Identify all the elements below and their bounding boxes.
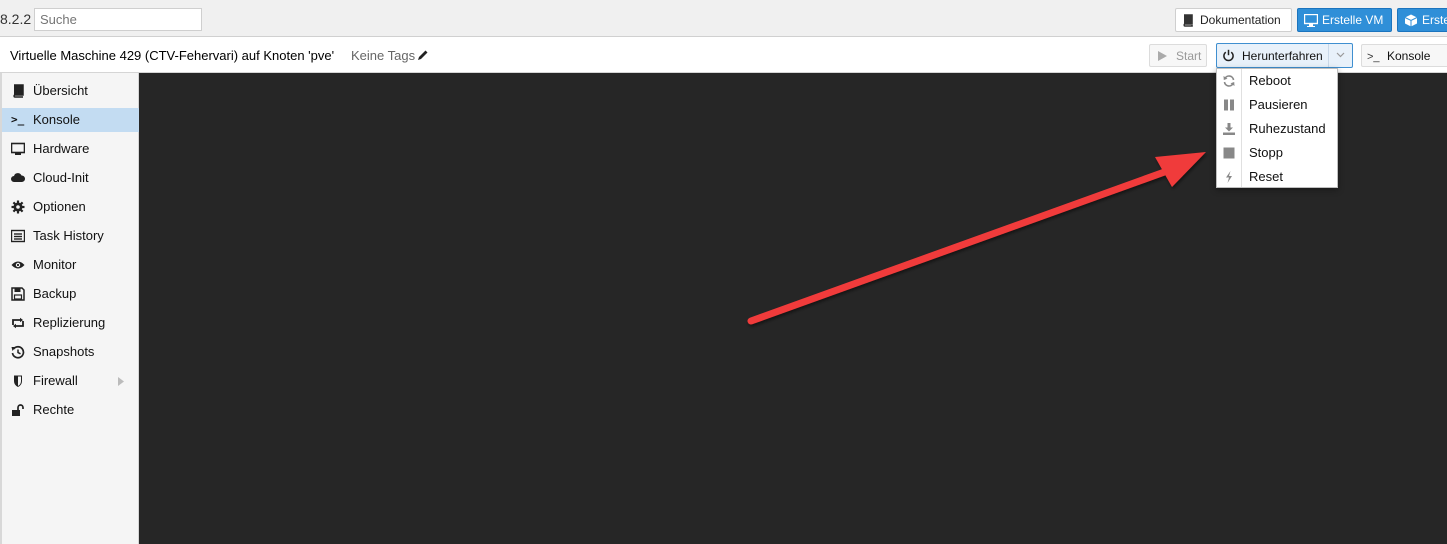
- top-bar: 8.2.2 Dokumentation Erstelle VM Erste: [0, 0, 1447, 37]
- sidebar-item-label: Firewall: [33, 373, 78, 388]
- shutdown-button[interactable]: Herunterfahren: [1216, 43, 1353, 68]
- sidebar-item-firewall[interactable]: Firewall: [2, 369, 139, 393]
- sidebar-item-label: Optionen: [33, 199, 86, 214]
- terminal-icon: >_: [11, 113, 25, 126]
- shutdown-dropdown-menu: Reboot Pausieren Ruhezustand Stopp Reset: [1216, 68, 1338, 188]
- sidebar-item-label: Cloud-Init: [33, 170, 89, 185]
- vm-sidebar: Übersicht >_ Konsole Hardware Cloud-Init…: [0, 73, 139, 544]
- menu-item-label: Ruhezustand: [1249, 121, 1326, 136]
- play-icon: [1158, 51, 1167, 61]
- terminal-icon: >_: [1367, 51, 1380, 63]
- sidebar-item-permissions[interactable]: Rechte: [2, 398, 139, 422]
- book-icon: [1183, 14, 1193, 27]
- console-label: Konsole: [1387, 49, 1431, 63]
- cube-icon: [1404, 14, 1418, 27]
- version-label: 8.2.2: [0, 11, 32, 27]
- bolt-icon: [1226, 171, 1232, 183]
- history-icon: [11, 345, 25, 359]
- menu-item-hibernate[interactable]: Ruhezustand: [1217, 117, 1337, 141]
- sidebar-item-label: Monitor: [33, 257, 77, 272]
- tags-label: Keine Tags: [351, 48, 416, 63]
- desktop-icon: [1304, 14, 1318, 27]
- create-vm-label: Erstelle VM: [1322, 13, 1384, 27]
- pencil-icon[interactable]: [417, 49, 429, 61]
- start-label: Start: [1176, 49, 1202, 63]
- search-input[interactable]: [34, 8, 202, 31]
- menu-item-reset[interactable]: Reset: [1217, 165, 1337, 189]
- stop-icon: [1223, 147, 1235, 159]
- sidebar-item-cloud-init[interactable]: Cloud-Init: [2, 166, 139, 190]
- power-icon: [1223, 49, 1234, 62]
- retweet-icon: [12, 317, 24, 329]
- sidebar-item-snapshots[interactable]: Snapshots: [2, 340, 139, 364]
- shield-icon: [14, 375, 22, 387]
- sidebar-item-label: Übersicht: [33, 83, 88, 98]
- start-button[interactable]: Start: [1149, 44, 1207, 67]
- vm-title: Virtuelle Maschine 429 (CTV-Fehervari) a…: [10, 48, 335, 63]
- pause-icon: [1224, 99, 1234, 111]
- chevron-right-icon[interactable]: [118, 377, 124, 386]
- sidebar-item-hardware[interactable]: Hardware: [2, 137, 139, 161]
- documentation-button[interactable]: Dokumentation: [1175, 8, 1292, 32]
- unlock-icon: [12, 404, 24, 416]
- sidebar-item-task-history[interactable]: Task History: [2, 224, 139, 248]
- create-ct-button[interactable]: Erste: [1397, 8, 1447, 32]
- menu-item-pause[interactable]: Pausieren: [1217, 93, 1337, 117]
- download-icon: [1223, 123, 1235, 135]
- book-icon: [13, 84, 24, 98]
- sidebar-item-label: Backup: [33, 286, 77, 301]
- sidebar-item-label: Replizierung: [33, 315, 106, 330]
- chevron-down-icon: [1336, 52, 1345, 58]
- shutdown-label: Herunterfahren: [1242, 49, 1323, 63]
- shutdown-menu-toggle[interactable]: [1328, 44, 1352, 67]
- gear-icon: [11, 200, 25, 214]
- menu-item-label: Reset: [1249, 169, 1283, 184]
- sidebar-item-backup[interactable]: Backup: [2, 282, 139, 306]
- refresh-icon: [1223, 75, 1235, 87]
- eye-icon: [11, 261, 25, 269]
- menu-item-reboot[interactable]: Reboot: [1217, 69, 1337, 93]
- sidebar-item-console[interactable]: >_ Konsole: [2, 108, 139, 132]
- create-vm-button[interactable]: Erstelle VM: [1297, 8, 1392, 32]
- floppy-icon: [11, 287, 25, 301]
- documentation-label: Dokumentation: [1200, 13, 1281, 27]
- sidebar-item-label: Konsole: [33, 112, 80, 127]
- sidebar-item-monitor[interactable]: Monitor: [2, 253, 139, 277]
- sidebar-item-options[interactable]: Optionen: [2, 195, 139, 219]
- sidebar-item-overview[interactable]: Übersicht: [2, 79, 139, 103]
- sidebar-item-label: Rechte: [33, 402, 75, 417]
- tags-editor[interactable]: Keine Tags: [351, 48, 429, 63]
- create-ct-label: Erste: [1422, 13, 1447, 27]
- cloud-icon: [11, 173, 25, 182]
- menu-item-label: Reboot: [1249, 73, 1291, 88]
- console-button[interactable]: >_ Konsole: [1361, 44, 1447, 67]
- sidebar-item-label: Hardware: [33, 141, 90, 156]
- menu-item-label: Pausieren: [1249, 97, 1308, 112]
- sidebar-item-replication[interactable]: Replizierung: [2, 311, 139, 335]
- list-icon: [11, 229, 25, 243]
- menu-item-label: Stopp: [1249, 145, 1283, 160]
- menu-item-stop[interactable]: Stopp: [1217, 141, 1337, 165]
- sidebar-item-label: Snapshots: [33, 344, 95, 359]
- sidebar-item-label: Task History: [33, 228, 104, 243]
- monitor-icon: [11, 142, 25, 155]
